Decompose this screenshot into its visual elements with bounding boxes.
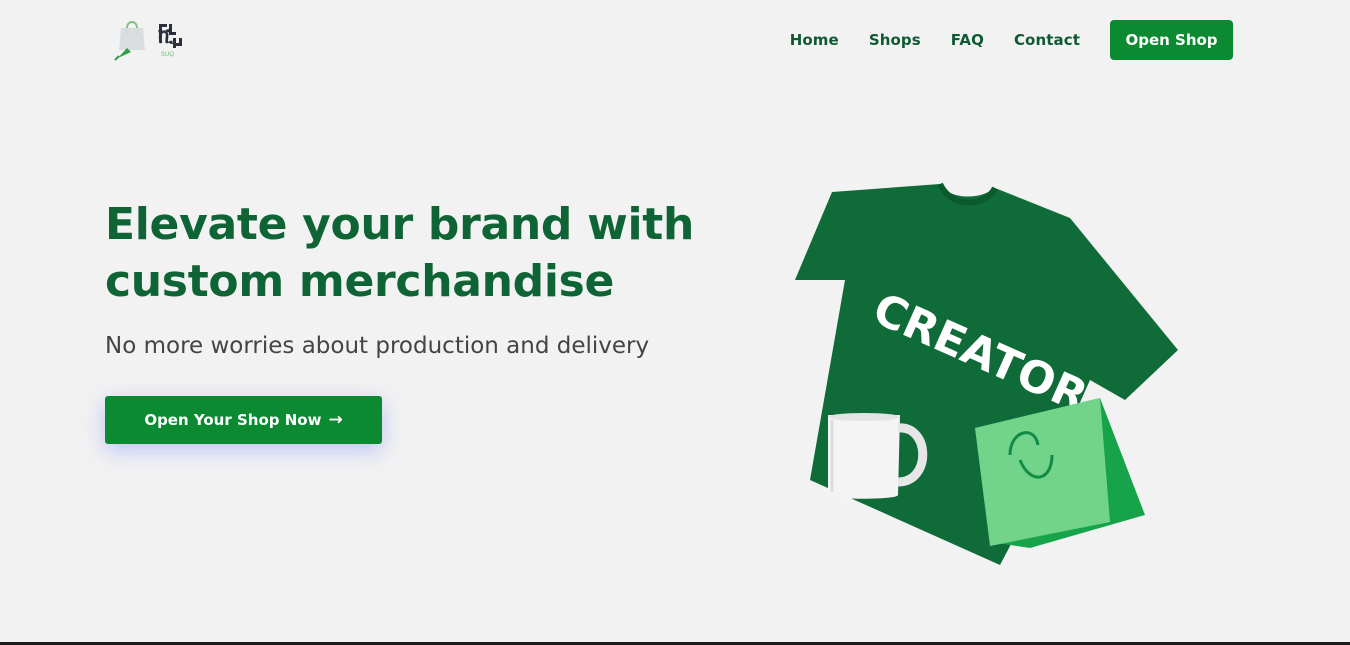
site-header: ቪ SUQ Home Shops FAQ Contact Open Shop <box>0 0 1350 80</box>
nav-contact[interactable]: Contact <box>1014 31 1080 49</box>
logo[interactable]: ቪ SUQ <box>113 18 187 62</box>
arrow-right-icon: → <box>328 410 343 430</box>
hero-cta-label: Open Your Shop Now <box>144 411 322 429</box>
nav-faq[interactable]: FAQ <box>951 31 984 49</box>
open-your-shop-button[interactable]: Open Your Shop Now → <box>105 396 382 444</box>
shopping-bag-rocket-icon: ቪ SUQ <box>114 21 182 61</box>
nav-shops[interactable]: Shops <box>869 31 921 49</box>
nav-home[interactable]: Home <box>790 31 839 49</box>
hero-title: Elevate your brand with custom merchandi… <box>105 199 695 307</box>
hero-merch-image: CREATOR <box>790 170 1190 580</box>
main-nav: Home Shops FAQ Contact Open Shop <box>790 20 1233 60</box>
open-shop-button[interactable]: Open Shop <box>1110 20 1233 60</box>
logo-subtext: SUQ <box>161 51 174 58</box>
hero-subtitle: No more worries about production and del… <box>105 333 650 359</box>
